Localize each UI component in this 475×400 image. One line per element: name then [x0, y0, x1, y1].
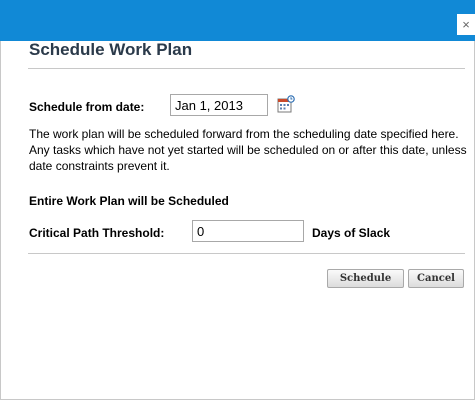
critical-path-threshold-input[interactable]	[192, 220, 304, 242]
schedule-work-plan-dialog: × Schedule Work Plan Schedule from date:…	[0, 0, 475, 400]
schedule-button[interactable]: Schedule	[327, 269, 404, 288]
days-of-slack-label: Days of Slack	[312, 226, 391, 240]
close-icon[interactable]: ×	[457, 14, 475, 35]
dialog-titlebar[interactable]: ×	[0, 0, 475, 41]
calendar-icon[interactable]	[276, 95, 296, 115]
schedule-date-label: Schedule from date:	[29, 100, 145, 114]
scope-label: Entire Work Plan will be Scheduled	[29, 194, 229, 208]
critical-path-threshold-label: Critical Path Threshold:	[29, 226, 165, 240]
cancel-button[interactable]: Cancel	[408, 269, 464, 288]
schedule-description: The work plan will be scheduled forward …	[29, 127, 467, 173]
title-divider	[28, 68, 465, 69]
schedule-date-input[interactable]	[170, 94, 268, 116]
bottom-divider	[28, 253, 465, 254]
page-title: Schedule Work Plan	[29, 40, 193, 59]
